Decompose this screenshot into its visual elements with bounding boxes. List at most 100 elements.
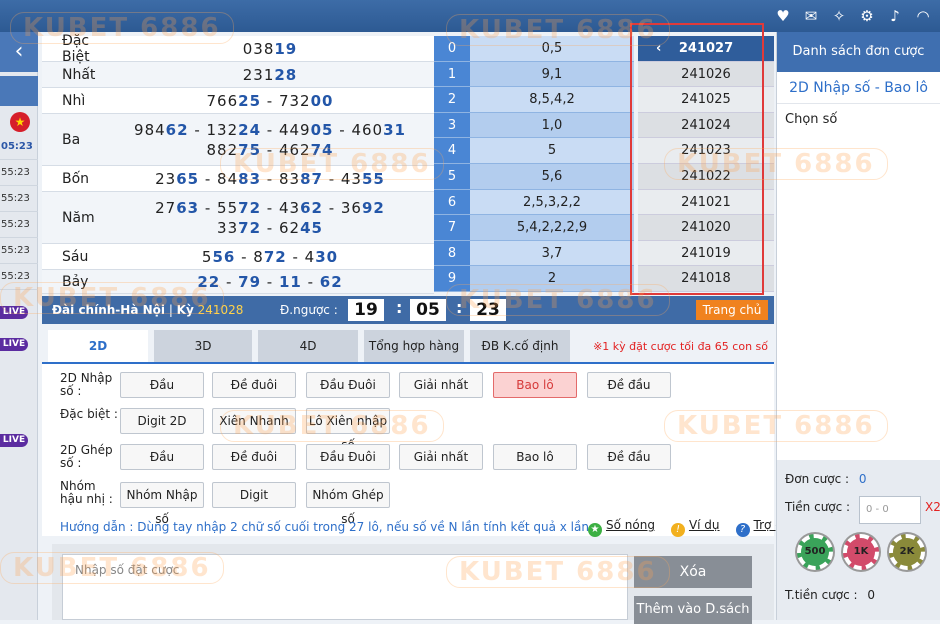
highlight-box bbox=[630, 23, 764, 295]
tab-3[interactable]: Tổng hợp hàng số bbox=[364, 330, 464, 385]
prize-label: Năm bbox=[62, 209, 95, 226]
tab-1[interactable]: 3D bbox=[154, 330, 252, 362]
home-button[interactable]: Trang chủ bbox=[696, 300, 768, 320]
prize-number: 556 bbox=[202, 248, 235, 266]
prize-label: Nhất bbox=[62, 66, 96, 83]
bet-option-button[interactable]: Xiên Nhanh bbox=[212, 408, 296, 434]
live-badge[interactable]: LIVE bbox=[0, 338, 28, 351]
number-suffix: 22 bbox=[197, 272, 221, 291]
prize-values: 556 - 872 - 430 bbox=[106, 244, 434, 269]
example-link[interactable]: ! Ví dụ bbox=[670, 518, 720, 537]
prize-label: Đặc Biệt bbox=[62, 32, 90, 65]
number-suffix: 83 bbox=[238, 169, 262, 188]
bet-option-button[interactable]: Digit bbox=[212, 482, 296, 508]
sidebar-tab[interactable] bbox=[0, 76, 38, 106]
prize-number: 62 bbox=[320, 273, 343, 291]
live-badge[interactable]: LIVE bbox=[0, 434, 28, 447]
countdown-sep: : bbox=[396, 298, 403, 317]
tail-digits: 2 bbox=[470, 266, 634, 291]
prize-number: 4362 bbox=[279, 199, 323, 217]
head-digit: 0 bbox=[434, 36, 470, 61]
sidebar-time[interactable]: 55:23 bbox=[0, 264, 38, 290]
prize-line: 3372 - 6245 bbox=[217, 218, 323, 238]
bet-option-button[interactable]: Nhóm Nhập số bbox=[120, 482, 204, 526]
number-suffix: 24 bbox=[238, 120, 262, 139]
number-suffix: 19 bbox=[274, 39, 298, 58]
prize-number: 8387 bbox=[279, 170, 323, 188]
sound-icon[interactable]: ♪ bbox=[886, 6, 904, 26]
bet-row: 2D Nhập số : Đầu Đề đuôi Đầu Đuôi Giải nhất B… bbox=[42, 368, 774, 402]
heart-icon[interactable]: ♥ bbox=[774, 6, 792, 26]
sidebar-time[interactable]: 05:23 bbox=[0, 134, 38, 160]
chip-500[interactable]: 500 bbox=[797, 534, 833, 570]
live-badge[interactable]: LIVE bbox=[0, 306, 28, 319]
mail-icon[interactable]: ✉ bbox=[802, 6, 820, 26]
number-prefix: 4 bbox=[304, 247, 316, 266]
example-label[interactable]: Ví dụ bbox=[689, 518, 720, 532]
head-tail-row: 5 5,6 bbox=[434, 163, 634, 190]
prize-line: 556 - 872 - 430 bbox=[202, 247, 338, 267]
number-prefix: 84 bbox=[217, 169, 239, 188]
hot-numbers-link[interactable]: ★ Số nóng bbox=[588, 518, 655, 537]
number-prefix: 36 bbox=[340, 198, 362, 217]
number-suffix: 72 bbox=[238, 218, 262, 237]
promo-icon[interactable]: ✧ bbox=[830, 6, 848, 26]
number-prefix: 27 bbox=[155, 198, 177, 217]
number-prefix: 132 bbox=[206, 120, 239, 139]
sidebar-time[interactable]: 55:23 bbox=[0, 238, 38, 264]
prize-line: 98462 - 13224 - 44905 - 46031 bbox=[134, 120, 406, 140]
sidebar-time[interactable]: 55:23 bbox=[0, 186, 38, 212]
bet-option-button[interactable]: Đề đuôi bbox=[212, 372, 296, 398]
number-suffix: 74 bbox=[310, 140, 334, 159]
tail-digits: 1,0 bbox=[470, 112, 634, 138]
bet-option-button[interactable]: Đầu Đuôi bbox=[306, 444, 390, 470]
bet-option-button[interactable]: Đầu Đuôi bbox=[306, 372, 390, 398]
bet-option-button[interactable]: Nhóm Ghép số bbox=[306, 482, 390, 526]
head-tail-row: 45 bbox=[434, 138, 634, 164]
results-table: Đặc Biệt 03819 Nhất 23128 Nhì 76625 - 73200 Ba… bbox=[42, 32, 434, 294]
prize-number: 872 bbox=[253, 248, 286, 266]
bet-option-button[interactable]: Bao lô bbox=[493, 444, 577, 470]
sidebar-time[interactable]: 55:23 bbox=[0, 160, 38, 186]
bet-option-button[interactable]: Đề đầu bbox=[587, 372, 671, 398]
chip-1k[interactable]: 1K bbox=[843, 534, 879, 570]
bet-option-button[interactable]: Đầu bbox=[120, 444, 204, 470]
prize-number: 3692 bbox=[341, 199, 385, 217]
number-suffix: 63 bbox=[176, 198, 200, 217]
bet-option-button[interactable]: Giải nhất bbox=[399, 444, 483, 470]
bet-option-button[interactable]: Đề đuôi bbox=[212, 444, 296, 470]
back-arrow-icon[interactable]: ‹ bbox=[0, 32, 38, 72]
bet-number-input[interactable]: Nhập số đặt cược bbox=[62, 554, 628, 620]
separator: - bbox=[199, 198, 218, 217]
chip-2k[interactable]: 2K bbox=[889, 534, 925, 570]
tail-digits: 5,6 bbox=[470, 163, 634, 189]
tab-4[interactable]: ĐB K.cố định bbox=[470, 330, 570, 362]
bet-option-button[interactable]: Đề đầu bbox=[587, 444, 671, 470]
number-prefix: 43 bbox=[278, 198, 301, 217]
exclamation-icon: ! bbox=[670, 523, 685, 537]
delete-button[interactable]: Xóa bbox=[634, 556, 752, 588]
bet-slip-panel: Danh sách đơn cược 2D Nhập số - Bao lô C… bbox=[776, 32, 940, 620]
result-row: Sáu 556 - 872 - 430 bbox=[42, 244, 434, 270]
number-prefix: 8 bbox=[253, 247, 264, 266]
bet-option-button[interactable]: Đầu bbox=[120, 372, 204, 398]
sidebar-time[interactable]: 55:23 bbox=[0, 212, 38, 238]
number-prefix: 43 bbox=[340, 169, 362, 188]
bet-option-button[interactable]: Lô Xiên nhập số bbox=[306, 408, 390, 452]
tab-2[interactable]: 4D bbox=[258, 330, 358, 362]
number-prefix: 732 bbox=[278, 91, 311, 110]
bet-option-button[interactable]: Digit 2D bbox=[120, 408, 204, 434]
bet-amount-input[interactable]: 0 - 0 bbox=[859, 496, 921, 524]
number-suffix: 72 bbox=[263, 247, 287, 266]
tab-0[interactable]: 2D bbox=[48, 330, 148, 362]
bet-option-button[interactable]: Bao lô bbox=[493, 372, 577, 398]
separator: - bbox=[261, 198, 279, 217]
prize-number: 4355 bbox=[341, 170, 385, 188]
prize-number: 46031 bbox=[351, 121, 406, 139]
hot-numbers-label[interactable]: Số nóng bbox=[606, 518, 655, 532]
bet-option-button[interactable]: Giải nhất bbox=[399, 372, 483, 398]
gear-icon[interactable]: ⚙ bbox=[858, 6, 876, 26]
station-info: Đài chính-Hà Nội | Kỳ 241028 bbox=[52, 303, 244, 317]
top-icons: ♥ ✉ ✧ ⚙ ♪ ◠ bbox=[774, 6, 932, 26]
number-suffix: 72 bbox=[238, 198, 262, 217]
